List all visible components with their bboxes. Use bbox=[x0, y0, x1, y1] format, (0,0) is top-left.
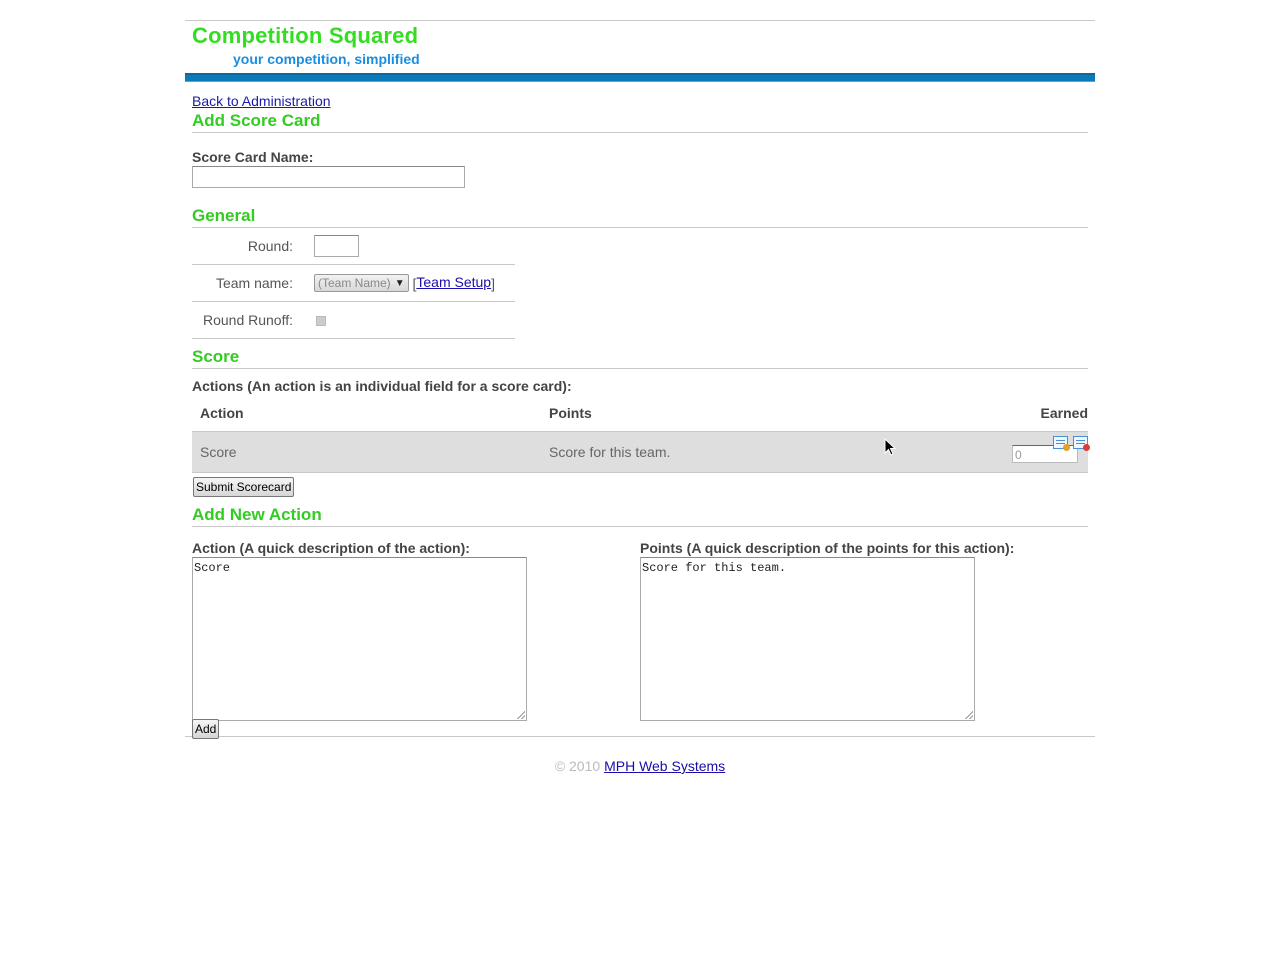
header-bar bbox=[185, 73, 1095, 82]
team-row: Team name: (Team Name) ▼ [Team Setup] bbox=[192, 264, 515, 302]
site-tagline: your competition, simplified bbox=[233, 51, 420, 67]
actions-table: Action Points Earned Score Score for thi… bbox=[192, 399, 1090, 473]
footer: © 2010 MPH Web Systems bbox=[192, 737, 1088, 774]
delete-icon[interactable] bbox=[1073, 435, 1090, 451]
team-setup-link[interactable]: Team Setup bbox=[416, 274, 491, 290]
add-action-button[interactable]: Add bbox=[192, 719, 220, 739]
team-name-selected: (Team Name) bbox=[318, 276, 391, 291]
team-name-label: Team name: bbox=[192, 264, 314, 302]
back-to-administration-link[interactable]: Back to Administration bbox=[192, 93, 331, 109]
round-runoff-checkbox[interactable] bbox=[316, 316, 326, 327]
action-description-text: Score bbox=[194, 561, 231, 575]
edit-icon[interactable] bbox=[1053, 435, 1070, 451]
action-description-label: Action (A quick description of the actio… bbox=[192, 540, 470, 556]
site-header: Competition Squared your competition, si… bbox=[185, 21, 1095, 73]
add-score-card-heading: Add Score Card bbox=[192, 111, 1088, 133]
page-container: Competition Squared your competition, si… bbox=[185, 20, 1095, 774]
table-row: Score Score for this team. 0 bbox=[192, 431, 1090, 473]
actions-label: Actions (An action is an individual fiel… bbox=[192, 378, 572, 394]
round-input[interactable] bbox=[314, 235, 359, 257]
main-content: Back to Administration Add Score Card Sc… bbox=[185, 82, 1095, 774]
points-column: Points (A quick description of the point… bbox=[640, 540, 1014, 721]
action-description-textarea[interactable]: Score bbox=[192, 557, 527, 721]
points-description-label: Points (A quick description of the point… bbox=[640, 540, 1015, 556]
team-name-select[interactable]: (Team Name) ▼ bbox=[314, 274, 409, 293]
copyright-text: © 2010 bbox=[554, 758, 601, 774]
bracket-close: ] bbox=[491, 275, 495, 292]
runoff-cell bbox=[314, 301, 515, 339]
actions-header-row: Action Points Earned bbox=[192, 399, 1088, 432]
round-runoff-label: Round Runoff: bbox=[192, 301, 314, 339]
column-header-action: Action bbox=[200, 405, 244, 421]
team-cell: (Team Name) ▼ [Team Setup] bbox=[314, 264, 515, 302]
general-heading: General bbox=[192, 206, 1088, 228]
round-label: Round: bbox=[192, 228, 314, 265]
row-action: Score bbox=[192, 431, 541, 473]
general-table: Round: Team name: (Team Name) ▼ [Team Se… bbox=[192, 228, 515, 339]
score-card-name-label: Score Card Name: bbox=[192, 149, 314, 165]
column-header-earned: Earned bbox=[1040, 405, 1088, 421]
row-earned-cell: 0 bbox=[880, 431, 1090, 473]
round-cell bbox=[314, 228, 515, 265]
score-heading: Score bbox=[192, 347, 1088, 369]
points-description-textarea[interactable]: Score for this team. bbox=[640, 557, 975, 721]
earned-wrap: 0 bbox=[1012, 435, 1090, 466]
company-link[interactable]: MPH Web Systems bbox=[604, 758, 725, 774]
add-new-action-heading: Add New Action bbox=[192, 505, 1088, 527]
round-row: Round: bbox=[192, 228, 515, 265]
add-action-form: Action (A quick description of the actio… bbox=[192, 540, 1088, 739]
submit-scorecard-button[interactable]: Submit Scorecard bbox=[193, 477, 295, 497]
row-points: Score for this team. bbox=[541, 431, 881, 473]
score-card-name-input[interactable] bbox=[192, 166, 465, 188]
site-title: Competition Squared bbox=[192, 23, 419, 48]
column-header-points: Points bbox=[549, 405, 592, 421]
resize-grip-icon[interactable] bbox=[517, 711, 525, 719]
runoff-row: Round Runoff: bbox=[192, 301, 515, 339]
action-column: Action (A quick description of the actio… bbox=[192, 540, 527, 721]
dropdown-arrow-icon: ▼ bbox=[394, 277, 405, 289]
points-description-text: Score for this team. bbox=[642, 561, 787, 575]
resize-grip-icon[interactable] bbox=[965, 711, 973, 719]
mouse-cursor-icon bbox=[884, 438, 896, 456]
